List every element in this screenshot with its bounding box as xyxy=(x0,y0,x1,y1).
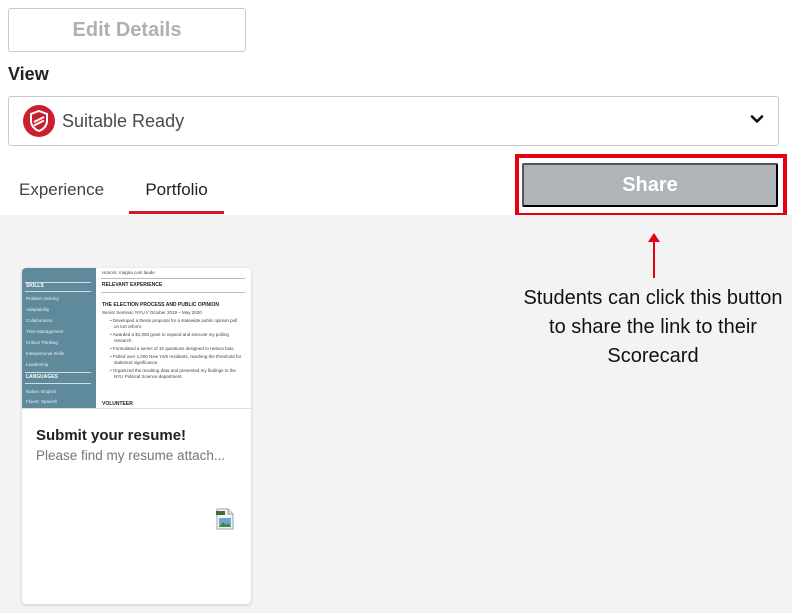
shield-logo-icon xyxy=(23,105,55,137)
thumb-bullet: • Organized the resulting data and prese… xyxy=(110,368,236,373)
tab-experience[interactable]: Experience xyxy=(19,166,104,214)
view-label: View xyxy=(8,64,49,84)
thumb-project-title: THE ELECTION PROCESS AND PUBLIC OPINION xyxy=(102,302,220,308)
thumb-languages-heading: LANGUAGES xyxy=(26,374,58,380)
view-select-value: Suitable Ready xyxy=(62,110,185,131)
thumb-volunteer-heading: VOLUNTEER xyxy=(102,401,133,407)
card-description: Please find my resume attach... xyxy=(36,448,226,463)
thumb-honors: Honors: magna cum laude xyxy=(102,270,155,275)
image-file-icon[interactable] xyxy=(215,508,235,535)
thumb-language: Native: English xyxy=(26,389,57,394)
tab-bar: Experience Portfolio xyxy=(8,166,508,214)
thumb-bullet-cont: research. xyxy=(114,338,133,343)
share-button[interactable]: Share xyxy=(522,163,778,207)
thumb-bullet: • Awarded a $1,000 grant to expand and e… xyxy=(110,332,229,337)
thumb-bullet-cont: on tort reform. xyxy=(114,324,143,329)
thumb-skill: Leadership xyxy=(26,362,49,367)
chevron-down-icon[interactable] xyxy=(750,112,764,131)
thumb-bullet: • Developed a thesis proposal for a stat… xyxy=(110,318,238,323)
thumb-bullet-cont: NYU Political Science department. xyxy=(114,374,183,379)
edit-details-button[interactable]: Edit Details xyxy=(8,8,246,52)
thumb-skill: Collaboration xyxy=(26,318,53,323)
thumb-bullet-cont: statistical significance. xyxy=(114,360,159,365)
thumb-skill: Adaptability xyxy=(26,307,50,312)
view-select[interactable]: Suitable Ready xyxy=(8,96,779,146)
tab-portfolio[interactable]: Portfolio xyxy=(129,166,224,214)
thumb-language: Fluent: Spanish xyxy=(26,399,58,404)
thumb-skill: Time Management xyxy=(26,329,64,334)
arrow-up-icon xyxy=(648,233,660,278)
thumb-bullet: • Formulated a series of 15 questions de… xyxy=(110,346,235,351)
thumb-skills-heading: SKILLS xyxy=(26,283,44,289)
thumb-skill: Critical Thinking xyxy=(26,340,58,345)
portfolio-card[interactable]: SKILLS Problem Solving Adaptability Coll… xyxy=(22,268,251,604)
resume-thumbnail-sidebar: SKILLS Problem Solving Adaptability Coll… xyxy=(22,268,96,408)
thumb-project-meta: Senior Seminar, NYU // October 2019 – Ma… xyxy=(102,310,202,315)
resume-thumbnail: SKILLS Problem Solving Adaptability Coll… xyxy=(22,268,251,409)
thumb-section-heading: RELEVANT EXPERIENCE xyxy=(102,282,163,288)
thumb-bullet: • Polled over 1,000 New York residents, … xyxy=(110,354,242,359)
thumb-skill: Interpersonal Skills xyxy=(26,351,65,356)
thumb-skill: Problem Solving xyxy=(26,296,59,301)
annotation-text: Students can click this button to share … xyxy=(523,287,783,367)
card-title: Submit your resume! xyxy=(36,427,187,444)
